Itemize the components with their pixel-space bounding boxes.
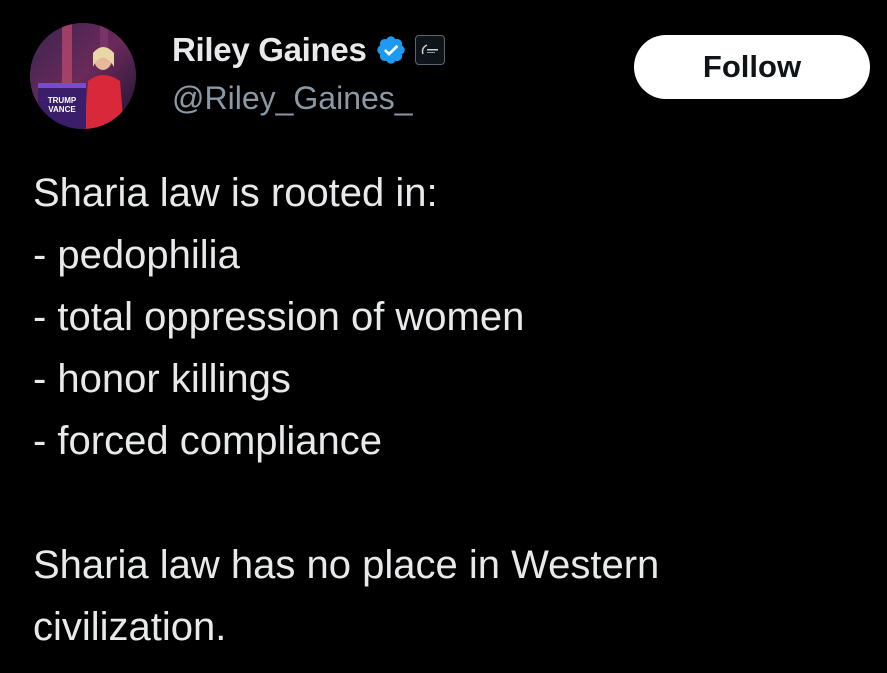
avatar[interactable]: TRUMP VANCE: [30, 23, 136, 129]
verified-check-icon[interactable]: [375, 34, 407, 66]
tweet-list-item: - forced compliance: [33, 419, 383, 463]
paragraph-break: [33, 472, 873, 534]
tweet-card: TRUMP VANCE Riley Gaines @Riley_Gaines_ …: [0, 0, 887, 673]
tweet-text: Sharia law is rooted in: - pedophilia - …: [33, 162, 873, 658]
author-name-row: Riley Gaines: [172, 30, 445, 70]
affiliate-badge-icon[interactable]: [414, 35, 445, 65]
tweet-conclusion-line: Sharia law has no place in Western: [33, 543, 660, 587]
tweet-conclusion-line: civilization.: [33, 605, 227, 649]
display-name[interactable]: Riley Gaines: [172, 31, 367, 69]
tweet-list-item: - pedophilia: [33, 233, 240, 277]
avatar-sign-text: TRUMP: [48, 96, 77, 105]
tweet-list-item: - honor killings: [33, 357, 291, 401]
follow-button[interactable]: Follow: [634, 35, 870, 99]
avatar-photo: TRUMP VANCE: [30, 23, 136, 129]
author-handle[interactable]: @Riley_Gaines_: [172, 80, 413, 117]
tweet-intro: Sharia law is rooted in:: [33, 171, 438, 215]
tweet-list-item: - total oppression of women: [33, 295, 525, 339]
svg-text:VANCE: VANCE: [48, 105, 76, 114]
